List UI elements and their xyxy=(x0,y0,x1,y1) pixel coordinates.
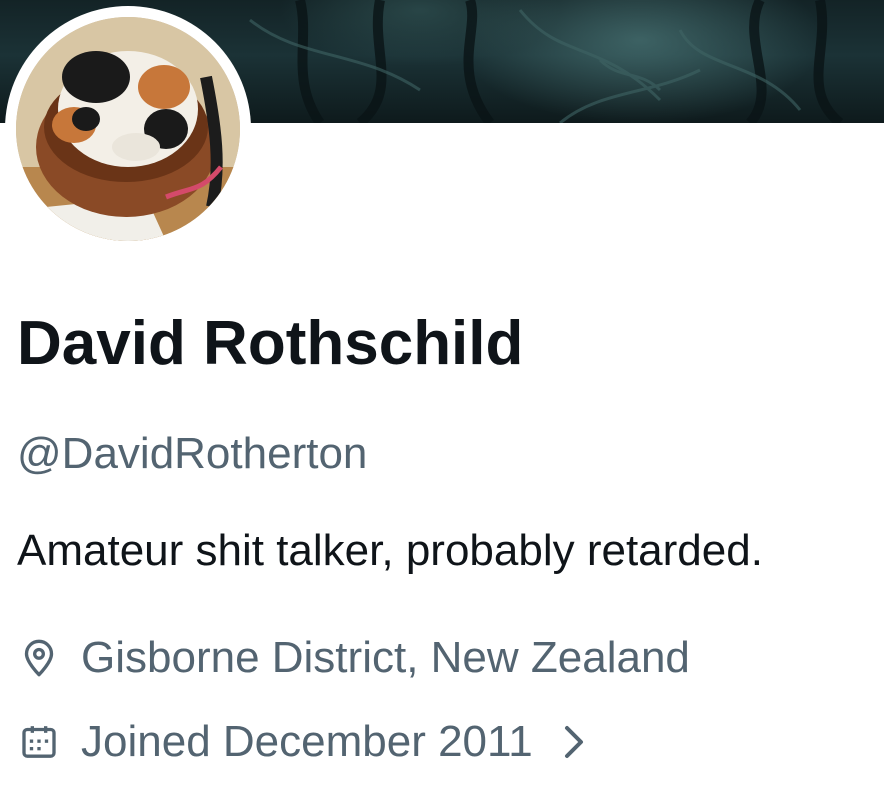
joined-text: Joined December 2011 xyxy=(81,717,533,766)
profile-bio: Amateur shit talker, probably retarded. xyxy=(17,526,763,575)
chevron-right-icon[interactable] xyxy=(559,724,587,760)
avatar[interactable] xyxy=(16,17,240,241)
calendar-icon xyxy=(17,720,61,764)
location-row: Gisborne District, New Zealand xyxy=(17,628,690,688)
location-text: Gisborne District, New Zealand xyxy=(81,633,690,682)
user-handle: @DavidRotherton xyxy=(17,429,368,478)
display-name: David Rothschild xyxy=(17,309,524,378)
joined-row[interactable]: Joined December 2011 xyxy=(17,712,587,772)
map-pin-icon xyxy=(17,636,61,680)
avatar-cat-photo xyxy=(16,17,240,241)
